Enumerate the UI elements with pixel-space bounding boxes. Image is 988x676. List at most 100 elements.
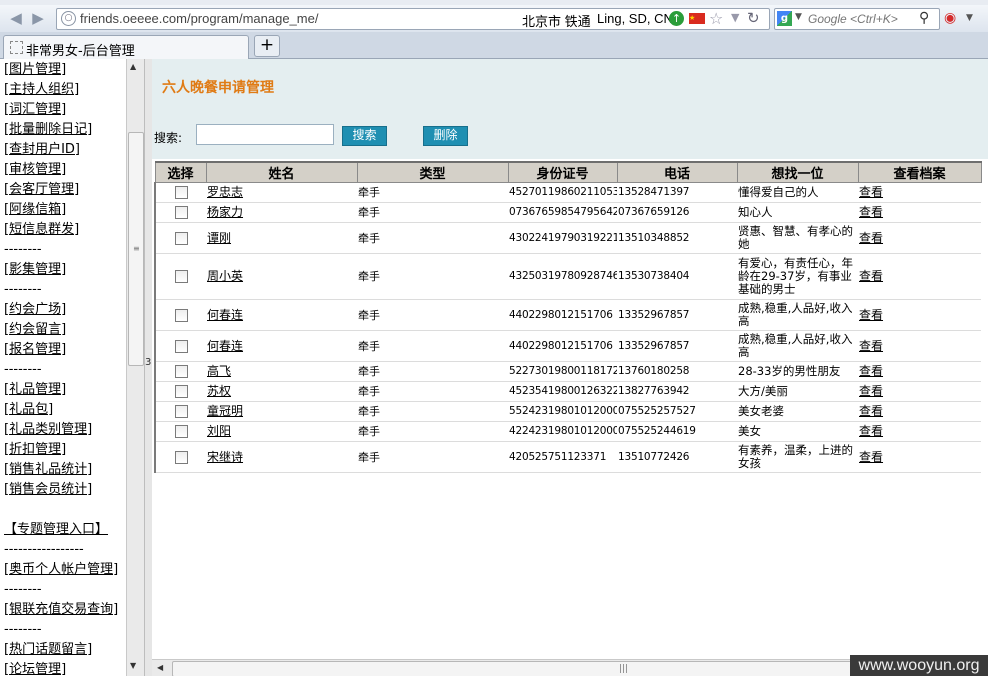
forward-icon[interactable]: ▶ (30, 10, 46, 26)
sidebar-item-label[interactable]: [影集管理] (4, 262, 66, 277)
search-input[interactable] (196, 124, 334, 145)
search-button[interactable]: 搜索 (342, 126, 387, 146)
sidebar-item-label[interactable]: [会客厅管理] (4, 182, 79, 197)
sidebar-item-label[interactable]: [主持人组织] (4, 82, 79, 97)
sidebar-item-label[interactable]: [审核管理] (4, 162, 66, 177)
row-name-link[interactable]: 周小英 (206, 253, 357, 300)
sidebar-item-label[interactable]: [查封用户ID] (4, 142, 80, 157)
search-engine-placeholder[interactable]: Google <Ctrl+K> (808, 12, 898, 26)
row-name-link[interactable]: 苏权 (206, 381, 357, 402)
row-name-link[interactable]: 高飞 (206, 361, 357, 382)
row-name-link[interactable]: 刘阳 (206, 421, 357, 442)
sidebar-item[interactable]: [销售礼品统计] (4, 460, 118, 480)
row-checkbox[interactable] (175, 365, 188, 379)
sidebar-item[interactable]: [批量删除日记] (4, 120, 118, 140)
scroll-thumb[interactable]: ≡ (128, 132, 144, 366)
sidebar-item-label[interactable]: [约会留言] (4, 322, 66, 337)
url-text[interactable]: friends.oeeee.com/program/manage_me/ (80, 11, 318, 26)
green-arrow-icon[interactable]: ↑ (669, 11, 684, 26)
back-icon[interactable]: ◀ (8, 10, 24, 26)
sidebar-item-label[interactable]: [短信息群发] (4, 222, 79, 237)
row-view-profile-link[interactable]: 查看 (858, 222, 981, 254)
search-engine-box[interactable]: g ▼ Google <Ctrl+K> ⚲ (774, 8, 940, 30)
bookmark-star-icon[interactable]: ☆ (709, 9, 723, 28)
row-name-link[interactable]: 杨家力 (206, 202, 357, 223)
scroll-left-icon[interactable]: ◀ (157, 663, 163, 672)
reload-icon[interactable]: ↻ (747, 9, 760, 27)
new-tab-button[interactable]: + (254, 35, 280, 57)
sidebar-item[interactable]: [礼品管理] (4, 380, 118, 400)
scroll-up-icon[interactable]: ▲ (130, 62, 136, 71)
row-view-profile-link[interactable]: 查看 (858, 253, 981, 300)
row-name-link[interactable]: 童冠明 (206, 401, 357, 422)
sidebar-item[interactable]: [图片管理] (4, 60, 118, 80)
sidebar-item[interactable]: [短信息群发] (4, 220, 118, 240)
row-checkbox[interactable] (175, 231, 188, 245)
row-name-link[interactable]: 宋继诗 (206, 441, 357, 473)
delete-button[interactable]: 删除 (423, 126, 468, 146)
row-view-profile-link[interactable]: 查看 (858, 330, 981, 362)
sidebar-item[interactable]: [礼品包] (4, 400, 118, 420)
sidebar-item[interactable]: 【专题管理入口】 (4, 520, 118, 540)
row-checkbox[interactable] (175, 339, 188, 353)
sidebar-item[interactable]: [阿缘信箱] (4, 200, 118, 220)
row-view-profile-link[interactable]: 查看 (858, 299, 981, 331)
row-view-profile-link[interactable]: 查看 (858, 182, 981, 203)
row-checkbox[interactable] (175, 405, 188, 419)
weibo-icon[interactable]: ◉ (944, 11, 962, 25)
address-bar[interactable]: ○ friends.oeeee.com/program/manage_me/ 北… (56, 8, 770, 30)
sidebar-item[interactable]: [词汇管理] (4, 100, 118, 120)
row-name-link[interactable]: 罗忠志 (206, 182, 357, 203)
row-name-link[interactable]: 何春连 (206, 330, 357, 362)
sidebar-item[interactable]: [会客厅管理] (4, 180, 118, 200)
sidebar-item-label[interactable]: [奥币个人帐户管理] (4, 562, 118, 577)
sidebar-item-label[interactable]: [礼品管理] (4, 382, 66, 397)
row-view-profile-link[interactable]: 查看 (858, 381, 981, 402)
sidebar-item[interactable]: [报名管理] (4, 340, 118, 360)
row-checkbox[interactable] (175, 425, 188, 439)
row-checkbox[interactable] (175, 385, 188, 399)
sidebar-item-label[interactable]: [销售礼品统计] (4, 462, 92, 477)
row-checkbox[interactable] (175, 450, 188, 464)
row-view-profile-link[interactable]: 查看 (858, 361, 981, 382)
search-engine-dropdown-icon[interactable]: ▼ (795, 12, 802, 22)
sidebar-item-label[interactable]: [阿缘信箱] (4, 202, 66, 217)
sidebar-item-label[interactable]: [论坛管理] (4, 662, 66, 676)
sidebar-item-label[interactable]: [报名管理] (4, 342, 66, 357)
sidebar-item[interactable]: [查封用户ID] (4, 140, 118, 160)
sidebar-item-label[interactable]: [图片管理] (4, 62, 66, 77)
sidebar-item-label[interactable]: [礼品包] (4, 402, 53, 417)
left-vertical-scrollbar[interactable]: ▲ ≡ ▼ (126, 59, 144, 676)
sidebar-item-label[interactable]: [销售会员统计] (4, 482, 92, 497)
sidebar-item[interactable]: [销售会员统计] (4, 480, 118, 500)
scroll-down-icon[interactable]: ▼ (130, 661, 136, 670)
sidebar-item[interactable]: [约会广场] (4, 300, 118, 320)
sidebar-item[interactable]: [论坛管理] (4, 660, 118, 676)
row-checkbox[interactable] (175, 186, 188, 200)
sidebar-item-label[interactable]: [礼品类别管理] (4, 422, 92, 437)
row-checkbox[interactable] (175, 270, 188, 284)
sidebar-item[interactable]: [主持人组织] (4, 80, 118, 100)
row-view-profile-link[interactable]: 查看 (858, 202, 981, 223)
sidebar-item-label[interactable]: [词汇管理] (4, 102, 66, 117)
google-icon[interactable]: g (777, 11, 792, 26)
row-name-link[interactable]: 何春连 (206, 299, 357, 331)
sidebar-item-label[interactable]: [批量删除日记] (4, 122, 92, 137)
sidebar-item-label[interactable]: [热门话题留言] (4, 642, 92, 657)
sidebar-item[interactable]: [审核管理] (4, 160, 118, 180)
tab-admin[interactable]: 非常男女-后台管理 (3, 35, 249, 59)
sidebar-item-label[interactable]: [折扣管理] (4, 442, 66, 457)
row-checkbox[interactable] (175, 206, 188, 220)
row-name-link[interactable]: 谭刚 (206, 222, 357, 254)
row-view-profile-link[interactable]: 查看 (858, 421, 981, 442)
sidebar-item[interactable]: [约会留言] (4, 320, 118, 340)
sidebar-item-label[interactable]: 【专题管理入口】 (4, 522, 108, 537)
row-view-profile-link[interactable]: 查看 (858, 401, 981, 422)
chevron-down-icon[interactable]: ▼ (731, 11, 739, 24)
row-checkbox[interactable] (175, 308, 188, 322)
sidebar-item[interactable]: [银联充值交易查询] (4, 600, 118, 620)
sidebar-item[interactable]: [奥币个人帐户管理] (4, 560, 118, 580)
row-view-profile-link[interactable]: 查看 (858, 441, 981, 473)
sidebar-item-label[interactable]: [银联充值交易查询] (4, 602, 118, 617)
sidebar-item-label[interactable]: [约会广场] (4, 302, 66, 317)
